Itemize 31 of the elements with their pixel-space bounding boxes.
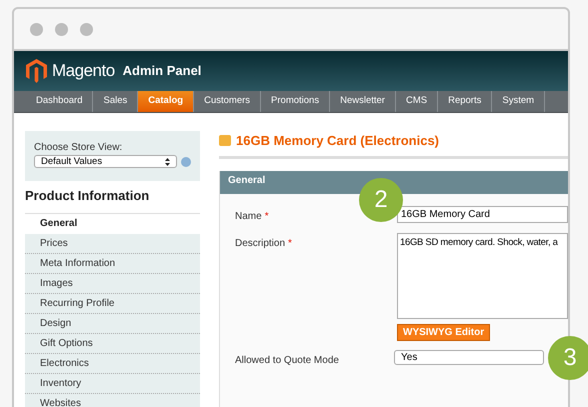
nav-tab[interactable]: System	[492, 91, 546, 112]
sidebar-item[interactable]: Images	[25, 274, 200, 294]
magento-logo-icon	[26, 59, 47, 83]
nav-tab[interactable]: Customers	[194, 91, 262, 112]
store-view-select[interactable]: Default Values	[34, 155, 178, 168]
field-label: Description *	[235, 236, 293, 250]
sidebar-item[interactable]: Inventory	[25, 374, 200, 394]
sidebar-item[interactable]: Design	[25, 314, 200, 334]
nav-tab[interactable]: Newsletter	[330, 91, 396, 112]
store-view-label: Choose Store View:	[34, 141, 124, 155]
quote-mode-select[interactable]: Yes	[394, 350, 544, 364]
brand-name: Magento	[52, 60, 115, 82]
nav-tab[interactable]: CMS	[396, 91, 438, 112]
description-text-area[interactable]: 16GB SD memory card. Shock, water, a	[397, 232, 568, 318]
sidebar-item[interactable]: Electronics	[25, 354, 200, 374]
field-label: Name *	[235, 210, 270, 224]
sidebar-item[interactable]: Websites	[25, 394, 200, 407]
help-icon[interactable]	[181, 156, 191, 166]
field-label: Allowed to Quote Mode	[235, 354, 340, 368]
sidebar-item[interactable]: Prices	[25, 234, 200, 254]
nav-tab[interactable]: Reports	[438, 91, 492, 112]
box-icon	[219, 135, 231, 146]
nav-tab[interactable]: Promotions	[261, 91, 330, 112]
sidebar-item[interactable]: Recurring Profile	[25, 294, 200, 314]
nav-tab[interactable]: Dashboard	[26, 91, 94, 112]
sidebar-item[interactable]: Gift Options	[25, 334, 200, 354]
stepper-icon	[165, 158, 170, 166]
page-title: 16GB Memory Card (Electronics)	[236, 132, 440, 150]
name-input-field[interactable]: 16GB Memory Card	[397, 206, 568, 222]
panel-name: Admin Panel	[122, 62, 202, 80]
sidebar-item[interactable]: Meta Information	[25, 254, 200, 274]
